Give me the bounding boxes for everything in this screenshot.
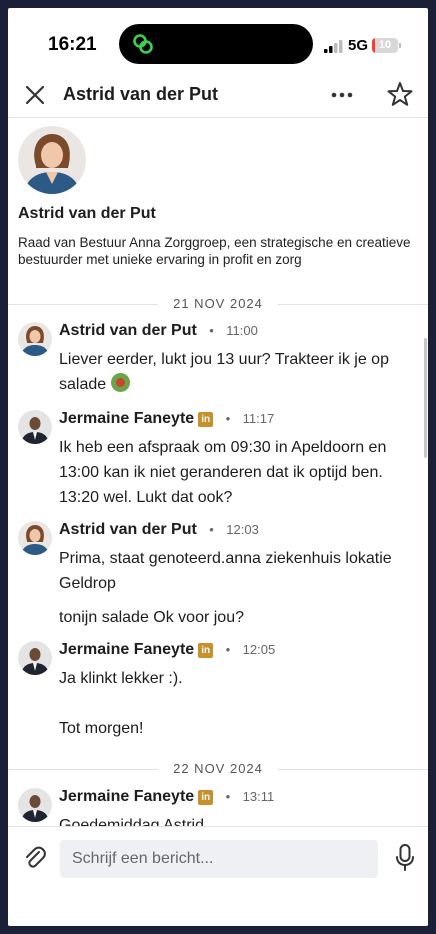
sender-avatar[interactable] <box>18 322 52 356</box>
message-composer <box>8 826 428 926</box>
salad-emoji-icon <box>110 373 130 392</box>
linkedin-premium-badge: in <box>198 790 214 805</box>
separator-dot: • <box>225 411 231 426</box>
battery-level: 10 <box>378 39 392 51</box>
separator-dot: • <box>209 522 214 537</box>
message-text: Goedemiddag Astrid <box>59 817 204 826</box>
paperclip-icon[interactable] <box>22 845 48 871</box>
star-icon[interactable] <box>386 80 414 108</box>
date-label: 21 NOV 2024 <box>158 296 278 311</box>
sender-name[interactable]: Jermaine Faneyte <box>59 788 194 805</box>
conversation-header: Astrid van der Put <box>8 78 428 118</box>
message-text: Tot morgen! <box>59 720 144 737</box>
sender-line: Astrid van der Put • 11:00 <box>59 322 258 340</box>
sender-name[interactable]: Astrid van der Put <box>59 322 197 339</box>
profile-headline: Raad van Bestuur Anna Zorggroep, een str… <box>18 235 411 267</box>
close-icon[interactable] <box>22 82 48 108</box>
message-text: Ik heb een afspraak om 09:30 in Apeldoor… <box>59 439 387 506</box>
message-time: 11:00 <box>226 323 258 338</box>
message-body: Liever eerder, lukt jou 13 uur? Trakteer… <box>59 347 409 397</box>
message-group: Jermaine Faneyte in • 13:11 Goedemiddag A… <box>8 788 428 826</box>
message-body: Goedemiddag Astrid <box>59 813 409 826</box>
linkedin-premium-badge: in <box>198 643 214 658</box>
message-time: 12:05 <box>242 642 276 657</box>
date-label: 22 NOV 2024 <box>158 761 278 776</box>
signal-icon <box>324 40 343 53</box>
message-text: Prima, staat genoteerd.anna ziekenhuis l… <box>59 550 392 592</box>
status-bar: 16:21 5G 10 <box>8 8 428 78</box>
message-time: 12:03 <box>226 522 259 537</box>
scrollbar[interactable] <box>424 338 427 458</box>
dynamic-island <box>119 24 313 64</box>
battery-cap <box>399 43 401 48</box>
more-options-icon[interactable] <box>328 84 356 106</box>
linkedin-premium-badge: in <box>198 412 214 427</box>
date-divider: 21 NOV 2024 <box>8 294 428 314</box>
message-input[interactable] <box>60 840 378 878</box>
date-divider: 22 NOV 2024 <box>8 759 428 779</box>
microphone-icon[interactable] <box>394 843 416 873</box>
sender-line: Astrid van der Put • 12:03 <box>59 521 259 539</box>
message-group: Jermaine Faneyte in • 11:17 Ik heb een af… <box>8 410 428 510</box>
message-time: 11:17 <box>242 411 275 426</box>
message-body: Prima, staat genoteerd.anna ziekenhuis l… <box>59 546 409 630</box>
message-group: Astrid van der Put • 12:03 Prima, staat … <box>8 521 428 629</box>
messaging-screen: 16:21 5G 10 Astrid van der Put Astrid va… <box>8 8 428 926</box>
sender-line: Jermaine Faneyte in • 13:11 <box>59 788 274 806</box>
sender-avatar[interactable] <box>18 521 52 555</box>
header-title[interactable]: Astrid van der Put <box>63 84 218 105</box>
sender-name[interactable]: Astrid van der Put <box>59 521 197 538</box>
separator-dot: • <box>225 789 231 804</box>
message-text: Ja klinkt lekker :). <box>59 670 183 687</box>
battery-icon: 10 <box>372 38 398 53</box>
clock: 16:21 <box>48 34 97 55</box>
sender-line: Jermaine Faneyte in • 12:05 <box>59 641 275 659</box>
sender-name[interactable]: Jermaine Faneyte <box>59 410 194 427</box>
separator-dot: • <box>209 323 214 338</box>
network-type: 5G <box>348 37 369 54</box>
message-body: Ik heb een afspraak om 09:30 in Apeldoor… <box>59 435 409 510</box>
separator-dot: • <box>225 642 231 657</box>
sender-avatar[interactable] <box>18 410 52 444</box>
message-time: 13:11 <box>242 789 275 804</box>
sender-line: Jermaine Faneyte in • 11:17 <box>59 410 274 428</box>
profile-name[interactable]: Astrid van der Put <box>18 205 156 223</box>
profile-avatar[interactable] <box>18 126 86 194</box>
message-body: Ja klinkt lekker :). Tot morgen! <box>59 666 409 741</box>
link-activity-icon <box>133 34 153 54</box>
sender-name[interactable]: Jermaine Faneyte <box>59 641 194 658</box>
message-text: Liever eerder, lukt jou 13 uur? Trakteer… <box>59 351 389 393</box>
message-group: Jermaine Faneyte in • 12:05 Ja klinkt lek… <box>8 641 428 751</box>
message-group: Astrid van der Put • 11:00 Liever eerder… <box>8 322 428 402</box>
sender-avatar[interactable] <box>18 788 52 822</box>
sender-avatar[interactable] <box>18 641 52 675</box>
message-text: tonijn salade Ok voor jou? <box>59 609 244 626</box>
